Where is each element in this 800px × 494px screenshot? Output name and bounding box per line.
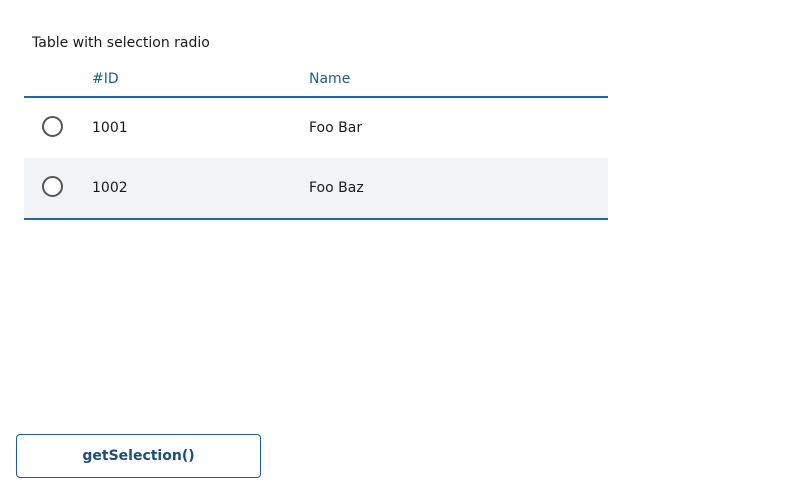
get-selection-button[interactable]: getSelection() <box>16 434 261 478</box>
cell-id: 1001 <box>92 120 128 136</box>
table-row[interactable]: 1001 Foo Bar <box>24 98 608 158</box>
column-header-name: Name <box>309 71 351 87</box>
table-row[interactable]: 1002 Foo Baz <box>24 158 608 220</box>
table-body: 1001 Foo Bar 1002 Foo Baz <box>24 98 608 220</box>
table-caption: Table with selection radio <box>32 35 210 51</box>
cell-name: Foo Baz <box>309 180 364 196</box>
row-select-radio[interactable] <box>42 176 63 197</box>
page: Table with selection radio #ID Name 1001… <box>0 0 800 494</box>
cell-name: Foo Bar <box>309 120 363 136</box>
cell-id: 1002 <box>92 180 128 196</box>
row-select-radio[interactable] <box>42 116 63 137</box>
column-header-id: #ID <box>92 71 119 87</box>
table-header: #ID Name <box>24 60 608 98</box>
selection-table: #ID Name 1001 Foo Bar 1002 Foo Baz <box>24 60 608 220</box>
